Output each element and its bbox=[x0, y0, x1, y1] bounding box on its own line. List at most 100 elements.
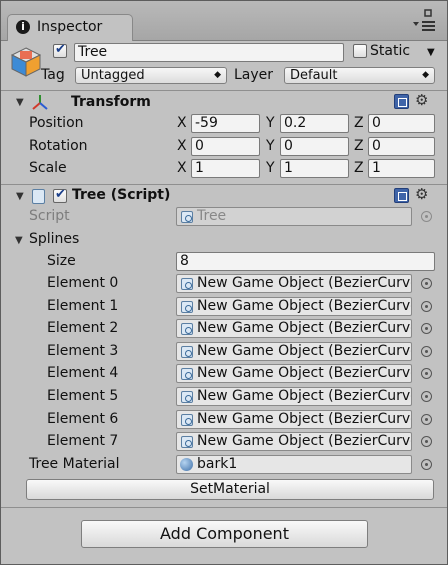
script-file-icon bbox=[181, 414, 193, 426]
script-value: Tree bbox=[197, 208, 227, 224]
gear-icon[interactable]: ⚙ bbox=[415, 185, 428, 203]
script-title: Tree (Script) bbox=[72, 187, 171, 203]
axis-x-label: X bbox=[177, 160, 187, 176]
transform-foldout-icon[interactable]: ▼ bbox=[16, 97, 24, 108]
element-label: Element 4 bbox=[47, 365, 119, 381]
transform-title: Transform bbox=[71, 94, 151, 110]
axis-z-label: Z bbox=[354, 138, 364, 154]
set-material-button[interactable]: SetMaterial bbox=[26, 479, 434, 500]
element-value: New Game Object (BezierCurve) bbox=[197, 365, 412, 381]
script-file-icon bbox=[181, 436, 193, 448]
splines-label: Splines bbox=[29, 231, 80, 247]
element-reference-field[interactable]: New Game Object (BezierCurve) bbox=[176, 432, 412, 451]
element-value: New Game Object (BezierCurve) bbox=[197, 411, 412, 427]
element-label: Element 5 bbox=[47, 388, 119, 404]
position-y-field[interactable]: 0.2 bbox=[280, 114, 349, 133]
position-x-field[interactable]: -59 bbox=[191, 114, 260, 133]
rotation-label: Rotation bbox=[29, 138, 88, 154]
axis-y-label: Y bbox=[266, 160, 275, 176]
element-reference-field[interactable]: New Game Object (BezierCurve) bbox=[176, 410, 412, 429]
element-value: New Game Object (BezierCurve) bbox=[197, 275, 412, 291]
element-reference-field[interactable]: New Game Object (BezierCurve) bbox=[176, 364, 412, 383]
element-reference-field[interactable]: New Game Object (BezierCurve) bbox=[176, 319, 412, 338]
object-picker-icon[interactable] bbox=[421, 391, 432, 402]
layer-dropdown[interactable]: Default ◆ bbox=[284, 67, 435, 84]
scale-x-field[interactable]: 1 bbox=[191, 159, 260, 178]
layer-label: Layer bbox=[234, 67, 274, 83]
script-file-icon bbox=[181, 368, 193, 380]
name-field[interactable]: Tree bbox=[74, 43, 344, 62]
add-component-button[interactable]: Add Component bbox=[81, 520, 368, 548]
axis-z-label: Z bbox=[354, 115, 364, 131]
element-value: New Game Object (BezierCurve) bbox=[197, 298, 412, 314]
element-reference-field[interactable]: New Game Object (BezierCurve) bbox=[176, 274, 412, 293]
element-reference-field[interactable]: New Game Object (BezierCurve) bbox=[176, 342, 412, 361]
layer-value: Default bbox=[290, 68, 338, 83]
axis-x-label: X bbox=[177, 138, 187, 154]
element-label: Element 7 bbox=[47, 433, 119, 449]
object-picker-icon[interactable] bbox=[421, 414, 432, 425]
transform-axes-icon bbox=[31, 94, 49, 114]
object-picker-icon bbox=[421, 211, 432, 222]
script-enabled-checkbox[interactable] bbox=[53, 187, 67, 203]
object-picker-icon[interactable] bbox=[421, 368, 432, 379]
tree-material-field[interactable]: bark1 bbox=[176, 455, 412, 474]
script-file-icon bbox=[181, 323, 193, 335]
material-value: bark1 bbox=[197, 456, 238, 472]
splines-foldout-icon[interactable]: ▼ bbox=[15, 235, 23, 246]
inspector-window: i Inspector Tree Static ▼ Tag Untagged ◆ bbox=[0, 0, 448, 565]
size-field[interactable]: 8 bbox=[176, 252, 435, 271]
object-picker-icon[interactable] bbox=[421, 346, 432, 357]
axis-z-label: Z bbox=[354, 160, 364, 176]
script-reference-field: Tree bbox=[176, 207, 412, 226]
help-book-icon[interactable] bbox=[394, 188, 409, 203]
object-picker-icon[interactable] bbox=[421, 323, 432, 334]
script-file-icon bbox=[181, 211, 193, 223]
object-picker-icon[interactable] bbox=[421, 436, 432, 447]
script-foldout-icon[interactable]: ▼ bbox=[16, 191, 24, 202]
size-label: Size bbox=[47, 253, 76, 269]
position-z-field[interactable]: 0 bbox=[368, 114, 435, 133]
scale-label: Scale bbox=[29, 160, 67, 176]
element-label: Element 6 bbox=[47, 411, 119, 427]
element-label: Element 2 bbox=[47, 320, 119, 336]
info-icon: i bbox=[16, 20, 30, 34]
scale-z-field[interactable]: 1 bbox=[368, 159, 435, 178]
tab-label: Inspector bbox=[37, 19, 103, 35]
element-value: New Game Object (BezierCurve) bbox=[197, 388, 412, 404]
rotation-z-field[interactable]: 0 bbox=[368, 137, 435, 156]
script-file-icon bbox=[181, 346, 193, 358]
element-reference-field[interactable]: New Game Object (BezierCurve) bbox=[176, 387, 412, 406]
element-label: Element 3 bbox=[47, 343, 119, 359]
title-bar: i Inspector bbox=[1, 1, 447, 41]
divider bbox=[1, 184, 447, 185]
material-sphere-icon bbox=[180, 458, 193, 471]
element-value: New Game Object (BezierCurve) bbox=[197, 343, 412, 359]
axis-y-label: Y bbox=[266, 115, 275, 131]
static-dropdown-arrow-icon[interactable]: ▼ bbox=[427, 47, 435, 58]
position-label: Position bbox=[29, 115, 84, 131]
active-checkbox[interactable] bbox=[53, 42, 67, 58]
object-picker-icon[interactable] bbox=[421, 301, 432, 312]
tab-inspector[interactable]: i Inspector bbox=[7, 14, 133, 41]
tag-dropdown[interactable]: Untagged ◆ bbox=[75, 67, 227, 84]
scale-y-field[interactable]: 1 bbox=[280, 159, 349, 178]
axis-x-label: X bbox=[177, 115, 187, 131]
divider bbox=[1, 90, 447, 91]
object-picker-icon[interactable] bbox=[421, 278, 432, 289]
rotation-x-field[interactable]: 0 bbox=[191, 137, 260, 156]
window-menu-icon[interactable] bbox=[411, 9, 439, 37]
help-book-icon[interactable] bbox=[394, 94, 409, 109]
updown-arrow-icon: ◆ bbox=[214, 70, 221, 80]
element-value: New Game Object (BezierCurve) bbox=[197, 320, 412, 336]
static-checkbox[interactable] bbox=[353, 44, 367, 58]
tag-value: Untagged bbox=[81, 68, 145, 83]
object-picker-icon[interactable] bbox=[421, 459, 432, 470]
rotation-y-field[interactable]: 0 bbox=[280, 137, 349, 156]
element-reference-field[interactable]: New Game Object (BezierCurve) bbox=[176, 297, 412, 316]
element-label: Element 0 bbox=[47, 275, 119, 291]
tag-label: Tag bbox=[41, 67, 65, 83]
axis-y-label: Y bbox=[266, 138, 275, 154]
script-file-icon bbox=[181, 391, 193, 403]
gear-icon[interactable]: ⚙ bbox=[415, 91, 428, 109]
